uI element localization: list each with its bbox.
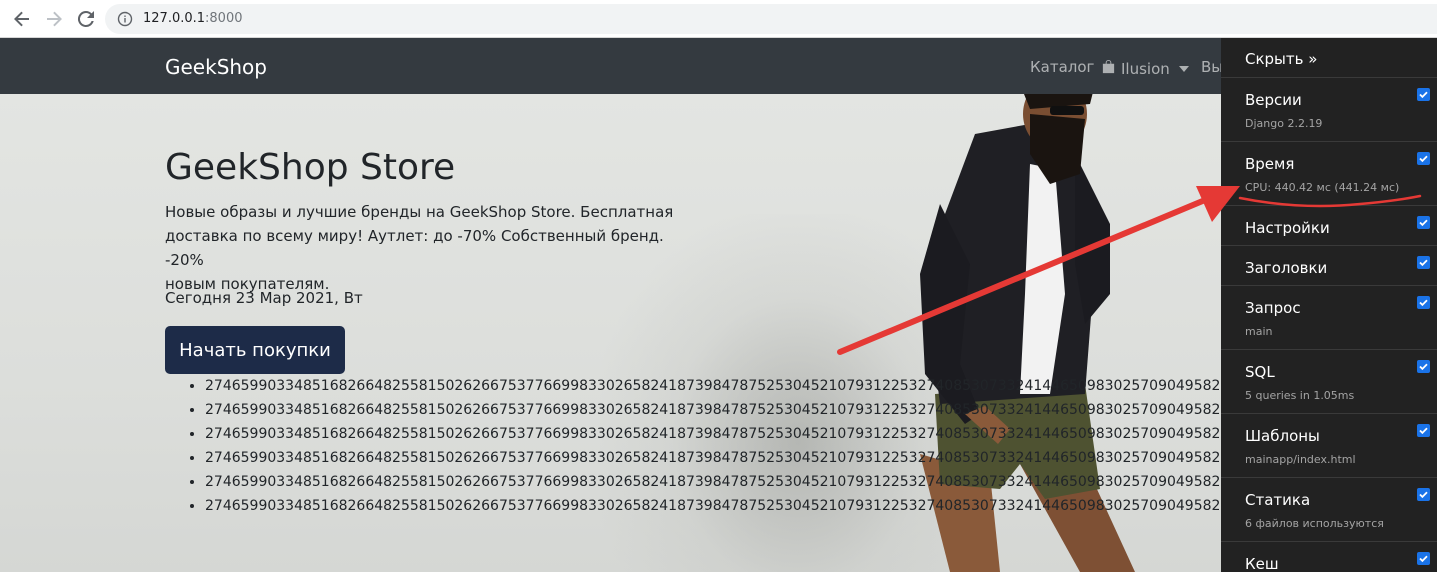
nav-catalog[interactable]: Каталог <box>1030 57 1116 79</box>
caret-down-icon <box>1178 57 1189 77</box>
panel-time[interactable]: Время CPU: 440.42 мс (441.24 мс) <box>1221 142 1437 206</box>
url-text: 127.0.0.1:8000 <box>143 11 243 27</box>
panel-static[interactable]: Статика 6 файлов используются <box>1221 478 1437 542</box>
panel-request[interactable]: Запрос main <box>1221 286 1437 350</box>
start-shopping-button[interactable]: Начать покупки <box>165 326 345 374</box>
panel-checkbox[interactable] <box>1417 216 1430 229</box>
panel-title: Запрос <box>1245 299 1301 317</box>
panel-title: Шаблоны <box>1245 427 1320 445</box>
panel-subtitle: 5 queries in 1.05ms <box>1245 389 1355 402</box>
back-arrow-icon[interactable] <box>10 7 34 31</box>
nav-catalog-label: Каталог <box>1030 58 1095 76</box>
hero-lead-line: доставка по всему миру! Аутлет: до -70% … <box>165 227 664 269</box>
panel-title: SQL <box>1245 363 1275 381</box>
hide-toolbar-button[interactable]: Скрыть » <box>1221 38 1437 78</box>
panel-sql[interactable]: SQL 5 queries in 1.05ms <box>1221 350 1437 414</box>
info-icon[interactable] <box>117 11 133 27</box>
panel-checkbox[interactable] <box>1417 296 1430 309</box>
panel-checkbox[interactable] <box>1417 152 1430 165</box>
panel-title: Заголовки <box>1245 259 1328 277</box>
panel-checkbox[interactable] <box>1417 88 1430 101</box>
url-port: :8000 <box>205 11 243 26</box>
panel-checkbox[interactable] <box>1417 424 1430 437</box>
panel-cache[interactable]: Кеш <box>1221 542 1437 572</box>
panel-checkbox[interactable] <box>1417 488 1430 501</box>
panel-versions[interactable]: Версии Django 2.2.19 <box>1221 78 1437 142</box>
panel-subtitle: Django 2.2.19 <box>1245 117 1323 130</box>
panel-templates[interactable]: Шаблоны mainapp/index.html <box>1221 414 1437 478</box>
hero-date: Сегодня 23 Мар 2021, Вт <box>165 289 363 307</box>
hero-lead: Новые образы и лучшие бренды на GeekShop… <box>165 200 685 296</box>
panel-title: Настройки <box>1245 219 1330 237</box>
panel-title: Статика <box>1245 491 1311 509</box>
shopping-bag-icon <box>1101 59 1116 79</box>
panel-title: Версии <box>1245 91 1302 109</box>
hero-title: GeekShop Store <box>165 147 456 188</box>
panel-settings[interactable]: Настройки <box>1221 206 1437 246</box>
panel-checkbox[interactable] <box>1417 552 1430 565</box>
reload-icon[interactable] <box>74 7 98 31</box>
browser-toolbar: 127.0.0.1:8000 <box>0 0 1437 38</box>
panel-subtitle: CPU: 440.42 мс (441.24 мс) <box>1245 181 1400 194</box>
url-host: 127.0.0.1 <box>143 11 206 26</box>
nav-user-label: Ilusion <box>1121 60 1170 78</box>
panel-headers[interactable]: Заголовки <box>1221 246 1437 286</box>
panel-subtitle: mainapp/index.html <box>1245 453 1356 466</box>
panel-checkbox[interactable] <box>1417 360 1430 373</box>
forward-arrow-icon[interactable] <box>42 7 66 31</box>
panel-title: Кеш <box>1245 555 1279 572</box>
panel-title: Время <box>1245 155 1295 173</box>
panel-subtitle: 6 файлов используются <box>1245 517 1384 530</box>
panel-subtitle: main <box>1245 325 1273 338</box>
address-bar[interactable]: 127.0.0.1:8000 <box>105 4 1437 34</box>
panel-checkbox[interactable] <box>1417 256 1430 269</box>
navbar-brand[interactable]: GeekShop <box>165 55 267 79</box>
hero-lead-line: Новые образы и лучшие бренды на GeekShop… <box>165 203 674 221</box>
nav-user-dropdown[interactable]: Ilusion <box>1121 57 1189 79</box>
debug-toolbar: Скрыть » Версии Django 2.2.19 Время CPU:… <box>1221 38 1437 572</box>
